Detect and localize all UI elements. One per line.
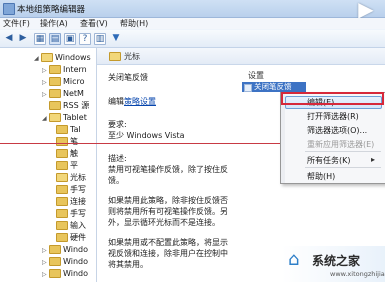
expand-icon[interactable]: ▷ xyxy=(42,245,48,256)
tree-item[interactable]: 输入 xyxy=(56,220,86,231)
collapse-icon[interactable]: ◢ xyxy=(34,53,40,64)
menu-separator xyxy=(305,167,381,168)
edit-policy-link[interactable]: 策略设置 xyxy=(124,97,156,106)
menu-item-all-tasks[interactable]: 所有任务(K) xyxy=(307,155,351,166)
tree-item[interactable]: ▷ Windo xyxy=(42,244,88,255)
window-title: 本地组策略编辑器 xyxy=(17,5,86,15)
menu-item-open-filter[interactable]: 打开筛选器(R) xyxy=(307,111,359,122)
description-text-3: 如果禁用或不配置此策略，将显示视反馈和连接，除非用户在控制中将其禁用。 xyxy=(108,238,228,269)
folder-icon xyxy=(41,53,53,62)
show-tree-icon[interactable]: ▤ xyxy=(49,33,61,45)
edit-policy-line: 编辑策略设置 xyxy=(108,97,156,106)
menu-file[interactable]: 文件(F) xyxy=(3,18,30,29)
folder-icon xyxy=(56,161,68,170)
pane-header: 光标 xyxy=(97,48,385,65)
tree-item[interactable]: ▷ Micro xyxy=(42,76,85,87)
policy-setting-icon xyxy=(244,84,252,92)
folder-icon xyxy=(49,113,61,122)
requirements-value: 至少 Windows Vista xyxy=(108,131,185,140)
house-logo-icon: ⌂ xyxy=(288,249,300,270)
help-icon[interactable]: ? xyxy=(79,33,91,45)
policy-title: 关闭笔反馈 xyxy=(108,73,148,82)
folder-icon xyxy=(56,209,68,218)
expand-icon[interactable]: ▷ xyxy=(42,77,48,88)
toolbar: ◀ ▶ ▦ ▤ ▣ ? ▥ ▼ xyxy=(0,30,385,48)
collapse-icon[interactable]: ◢ xyxy=(42,113,48,124)
folder-icon xyxy=(49,269,61,278)
expand-icon[interactable]: ▷ xyxy=(42,257,48,268)
menu-view[interactable]: 查看(V) xyxy=(80,18,108,29)
policy-description-panel: 关闭笔反馈 编辑策略设置 要求: 至少 Windows Vista 描述: 禁用… xyxy=(108,68,233,270)
tree-item[interactable]: 连接 xyxy=(56,196,86,207)
tree-item[interactable]: ▷ NetM xyxy=(42,88,84,99)
tree-item[interactable]: 触 xyxy=(56,148,78,159)
watermark: ⌂ 系统之家 www.xitongzhijia.net xyxy=(282,246,385,282)
folder-icon xyxy=(49,257,61,266)
pane-title: 光标 xyxy=(124,52,140,61)
menu-item-filter-options[interactable]: 筛选器选项(O)... xyxy=(307,125,367,136)
tree-item[interactable]: 平 xyxy=(56,160,78,171)
folder-icon xyxy=(56,233,68,242)
folder-icon xyxy=(49,65,61,74)
expand-icon[interactable]: ▷ xyxy=(42,269,48,280)
tree-item[interactable]: 笔 xyxy=(56,136,78,147)
watermark-url: www.xitongzhijia.net xyxy=(330,270,385,278)
highlight-box xyxy=(281,92,384,105)
folder-icon xyxy=(56,137,68,146)
menu-item-help[interactable]: 帮助(H) xyxy=(307,171,335,182)
folder-up-icon[interactable]: ▦ xyxy=(34,33,46,45)
menu-help[interactable]: 帮助(H) xyxy=(120,18,148,29)
requirements-label: 要求: xyxy=(108,120,127,129)
menu-separator xyxy=(305,151,381,152)
title-bar: 本地组策略编辑器 ▶ xyxy=(0,0,385,21)
properties-icon[interactable]: ▣ xyxy=(64,33,76,45)
context-menu: 编辑(E) 打开筛选器(R) 筛选器选项(O)... 重新应用筛选器(E) 所有… xyxy=(280,92,385,184)
tree-item[interactable]: 手写 xyxy=(56,184,86,195)
expand-icon[interactable]: ▷ xyxy=(42,65,48,76)
folder-icon xyxy=(56,221,68,230)
folder-icon xyxy=(56,185,68,194)
folder-icon xyxy=(56,173,68,182)
submenu-arrow-icon: ▸ xyxy=(371,155,376,164)
folder-icon xyxy=(49,89,61,98)
tree-item-windows[interactable]: ◢ Windows xyxy=(34,52,91,63)
tree-item[interactable]: 硬件 xyxy=(56,232,86,243)
menu-bar: 文件(F) 操作(A) 查看(V) 帮助(H) xyxy=(0,18,385,29)
tree-item-tablet[interactable]: ◢ Tablet xyxy=(42,112,87,123)
setting-row-label: 关闭笔反馈 xyxy=(254,82,292,91)
app-icon xyxy=(3,3,15,15)
tree-item[interactable]: ▷ Windo xyxy=(42,268,88,279)
tree-item[interactable]: ▷ Windo xyxy=(42,256,88,267)
folder-icon xyxy=(56,149,68,158)
tree-item[interactable]: ▷ Intern xyxy=(42,64,87,75)
menu-item-reapply-filter: 重新应用筛选器(E) xyxy=(307,140,375,149)
tree-item-cursor[interactable]: 光标 xyxy=(56,172,86,183)
description-text-1: 禁用可视笔操作反馈，除了按住反馈。 xyxy=(108,165,228,185)
filter-icon[interactable]: ▼ xyxy=(110,32,122,44)
folder-icon xyxy=(49,101,61,110)
description-label: 描述: xyxy=(108,154,127,163)
forward-arrow-icon[interactable]: ▶ xyxy=(17,32,29,44)
description-text-2: 如果禁用此策略，除非按住反馈否则将禁用所有可视笔操作反馈。另外，显示循环光标而不… xyxy=(108,196,228,227)
menu-action[interactable]: 操作(A) xyxy=(40,18,68,29)
setting-row-selected[interactable]: 关闭笔反馈 xyxy=(242,82,306,92)
folder-icon xyxy=(49,77,61,86)
tree-item[interactable]: Tal xyxy=(56,124,81,135)
folder-icon xyxy=(56,197,68,206)
settings-column-header[interactable]: 设置 xyxy=(248,70,264,81)
folder-icon xyxy=(49,245,61,254)
console-icon[interactable]: ▥ xyxy=(94,33,106,45)
folder-icon xyxy=(56,125,68,134)
navigation-tree: ◢ Windows ▷ Intern ▷ Micro ▷ NetM RSS 源 ◢ Tab… xyxy=(0,48,97,282)
back-arrow-icon[interactable]: ◀ xyxy=(3,32,15,44)
play-logo-icon: ▶ xyxy=(358,0,374,21)
tree-item[interactable]: RSS 源 xyxy=(42,100,89,111)
expand-icon[interactable]: ▷ xyxy=(42,89,48,100)
tree-item[interactable]: 手写 xyxy=(56,208,86,219)
folder-icon xyxy=(109,52,121,61)
watermark-name: 系统之家 xyxy=(312,254,361,268)
